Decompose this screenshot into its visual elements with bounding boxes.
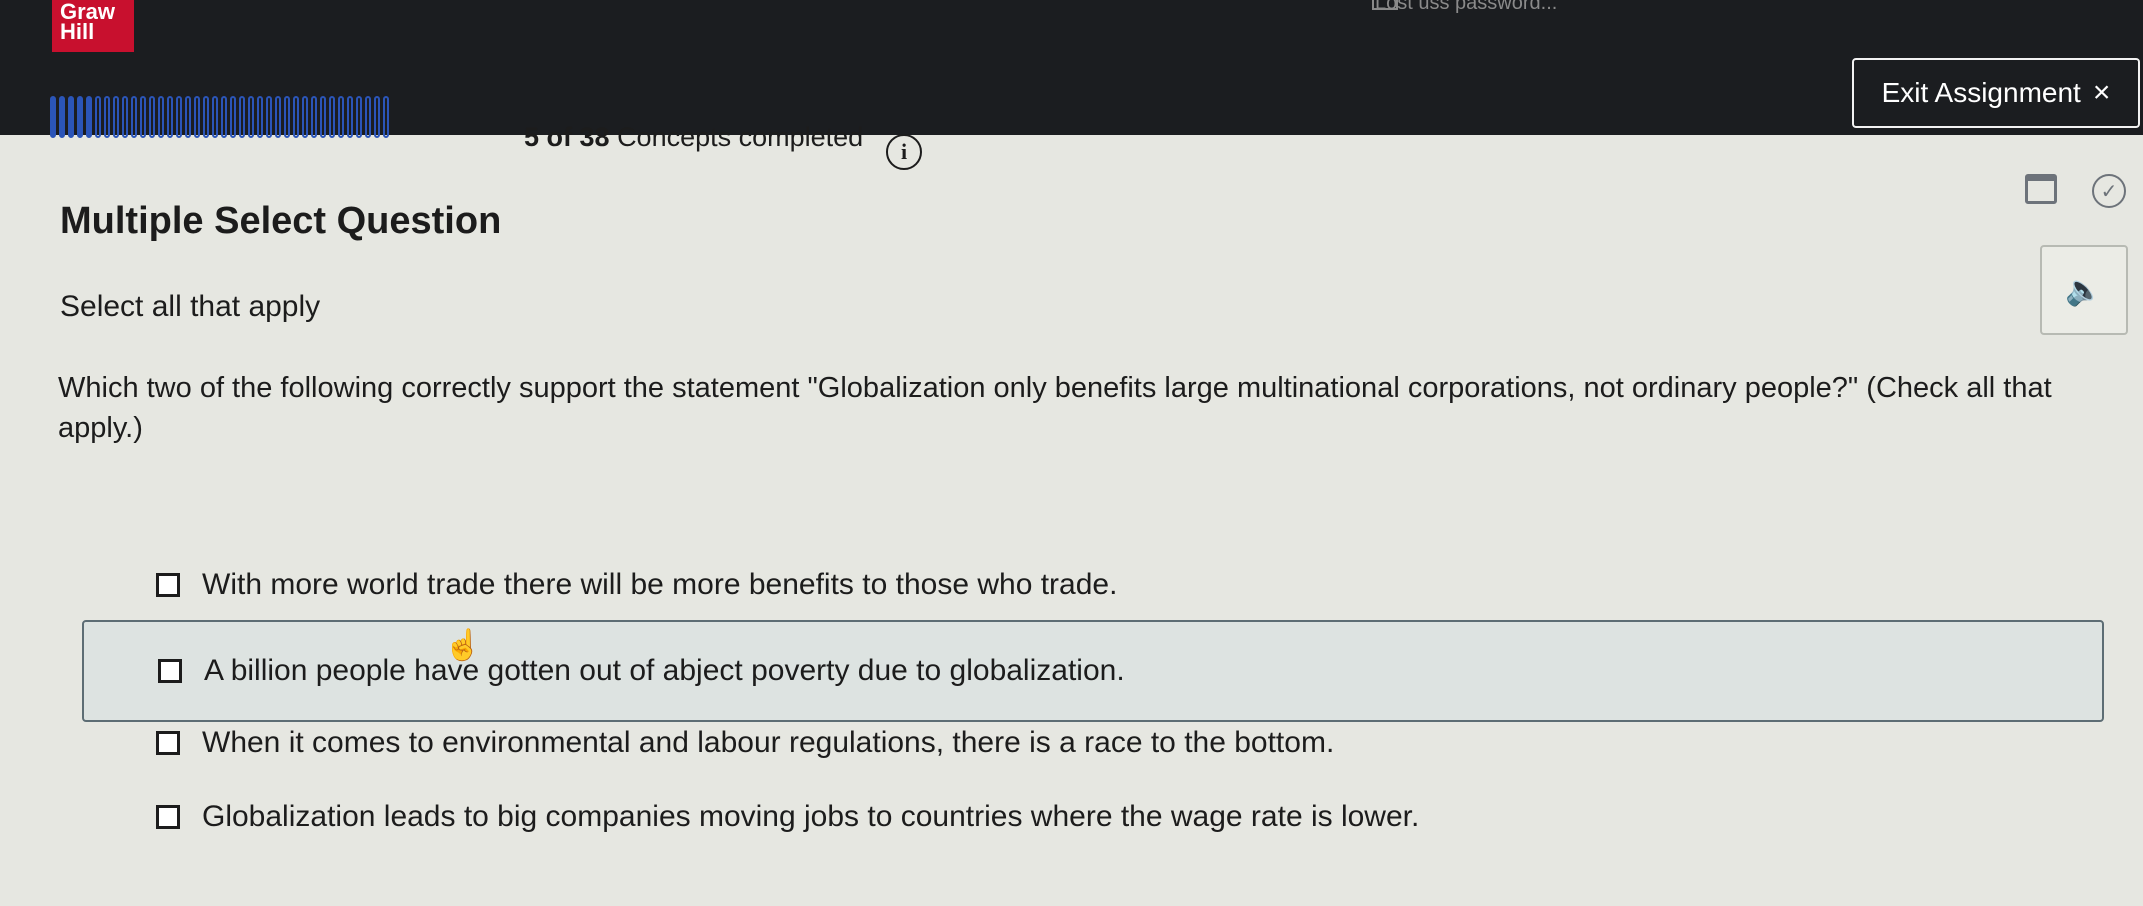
answer-option[interactable]: With more world trade there will be more… xyxy=(156,568,1117,602)
progress-segment-complete xyxy=(68,96,74,138)
concept-progress-bar xyxy=(50,96,389,138)
progress-segment xyxy=(365,96,371,138)
option-checkbox[interactable] xyxy=(156,573,180,597)
progress-segment xyxy=(293,96,299,138)
progress-segment xyxy=(140,96,146,138)
progress-segment xyxy=(203,96,209,138)
progress-segment-complete xyxy=(50,96,56,138)
progress-segment-complete xyxy=(77,96,83,138)
calendar-icon[interactable] xyxy=(2025,174,2057,204)
progress-segment xyxy=(374,96,380,138)
progress-segment xyxy=(257,96,263,138)
option-label: A billion people have gotten out of abje… xyxy=(204,654,1125,687)
hand-cursor-icon: ☝ xyxy=(444,629,482,662)
info-icon[interactable]: i xyxy=(886,134,922,170)
progress-segment-complete xyxy=(59,96,65,138)
progress-segment xyxy=(347,96,353,138)
progress-segment xyxy=(275,96,281,138)
progress-segment xyxy=(311,96,317,138)
question-instruction: Select all that apply xyxy=(60,290,321,323)
progress-segment xyxy=(320,96,326,138)
progress-segment xyxy=(176,96,182,138)
progress-segment xyxy=(302,96,308,138)
read-aloud-button[interactable]: 🔈 xyxy=(2040,245,2128,335)
progress-segment xyxy=(131,96,137,138)
exit-assignment-button[interactable]: Exit Assignment × xyxy=(1852,58,2140,128)
question-prompt: Which two of the following correctly sup… xyxy=(58,372,2052,444)
progress-segment xyxy=(221,96,227,138)
speaker-icon: 🔈 xyxy=(2065,273,2103,307)
option-label: Globalization leads to big companies mov… xyxy=(202,800,1420,833)
progress-segment xyxy=(248,96,254,138)
concepts-completed-text: 5 of 38 Concepts completed xyxy=(524,122,863,153)
answer-option[interactable]: When it comes to environmental and labou… xyxy=(156,726,1334,760)
progress-segment xyxy=(338,96,344,138)
concepts-count: 5 of 38 xyxy=(524,122,610,152)
progress-segment xyxy=(158,96,164,138)
progress-segment xyxy=(104,96,110,138)
exit-assignment-label: Exit Assignment xyxy=(1881,77,2081,108)
progress-segment xyxy=(230,96,236,138)
progress-segment xyxy=(284,96,290,138)
concepts-suffix: Concepts completed xyxy=(617,122,864,152)
progress-segment xyxy=(266,96,272,138)
answer-option[interactable]: Globalization leads to big companies mov… xyxy=(156,800,1419,834)
background-window-text: Lost uss password... xyxy=(1375,0,1558,14)
question-type-heading: Multiple Select Question xyxy=(60,200,502,242)
progress-segment xyxy=(383,96,389,138)
progress-segment xyxy=(194,96,200,138)
progress-segment-complete xyxy=(86,96,92,138)
logo-line-2: Hill xyxy=(60,19,95,44)
option-label: When it comes to environmental and labou… xyxy=(202,726,1335,759)
option-checkbox[interactable] xyxy=(156,731,180,755)
progress-segment xyxy=(239,96,245,138)
check-circle-icon[interactable]: ✓ xyxy=(2092,174,2126,208)
progress-segment xyxy=(329,96,335,138)
option-checkbox[interactable] xyxy=(156,805,180,829)
progress-segment xyxy=(149,96,155,138)
progress-segment xyxy=(185,96,191,138)
progress-segment xyxy=(95,96,101,138)
progress-segment xyxy=(113,96,119,138)
progress-segment xyxy=(167,96,173,138)
option-label: With more world trade there will be more… xyxy=(202,568,1118,601)
progress-segment xyxy=(122,96,128,138)
option-checkbox[interactable] xyxy=(158,659,182,683)
progress-segment xyxy=(212,96,218,138)
progress-segment xyxy=(356,96,362,138)
close-icon: × xyxy=(2092,76,2111,109)
answer-option-highlighted[interactable]: A billion people have gotten out of abje… xyxy=(82,620,2104,722)
mcgraw-hill-logo: Graw Hill xyxy=(52,0,134,52)
